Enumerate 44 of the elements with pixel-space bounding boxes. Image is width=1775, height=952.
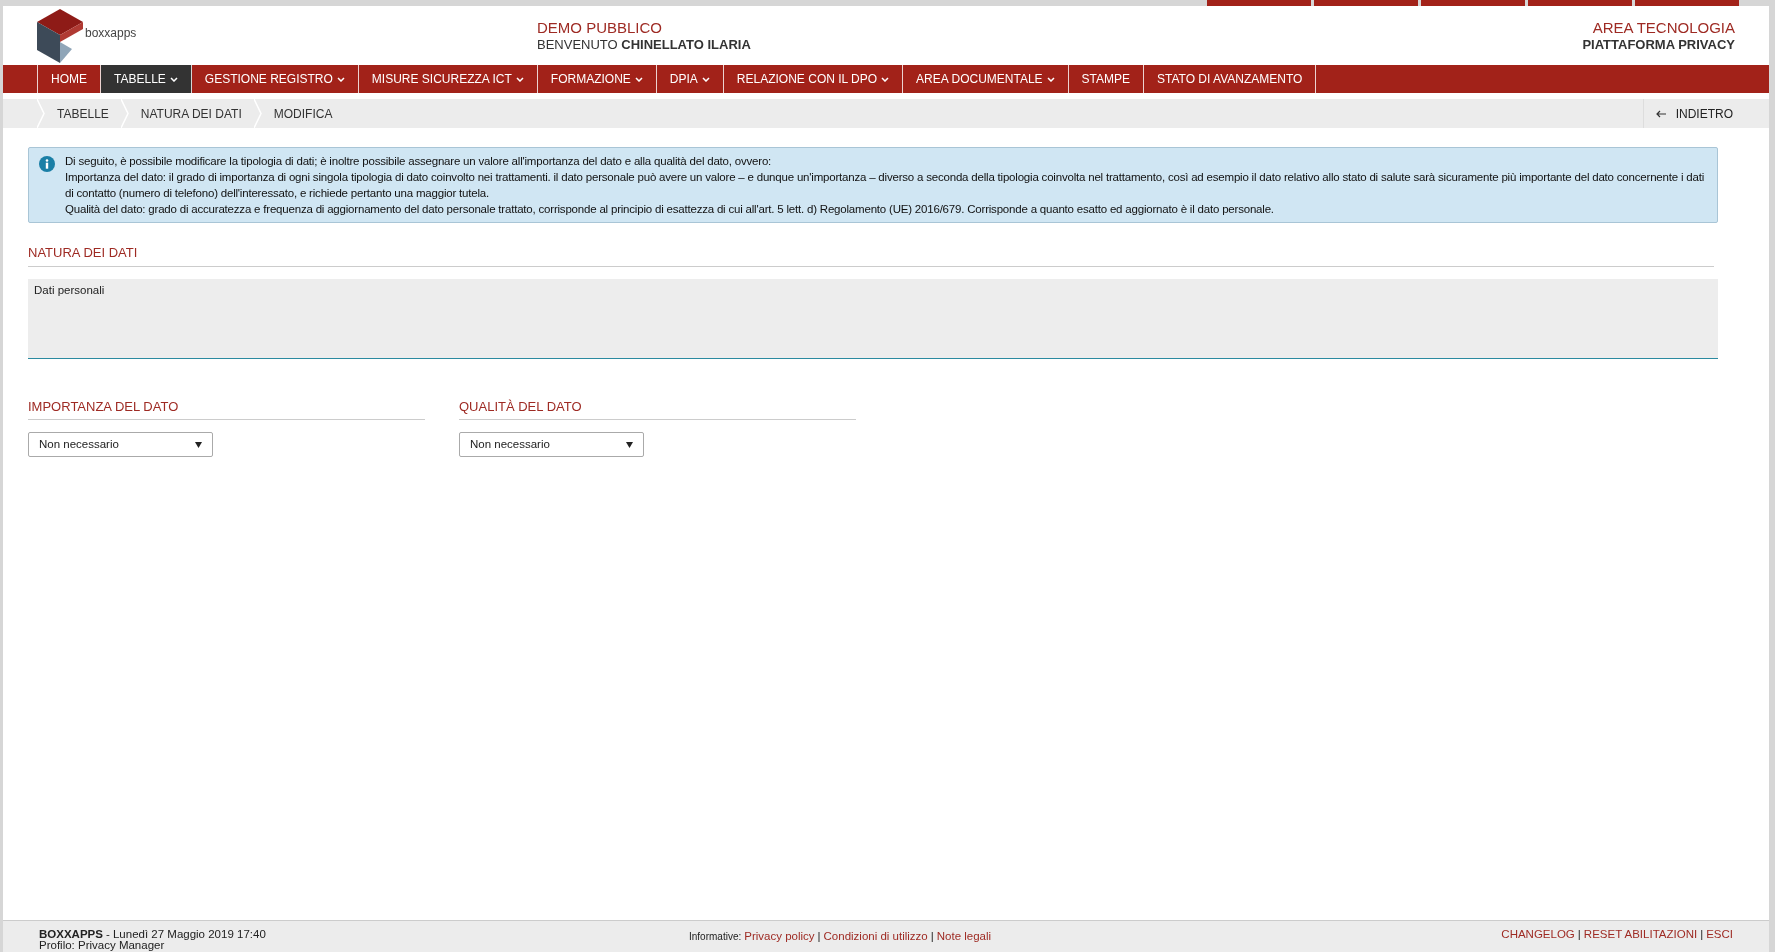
section-heading: NATURA DEI DATI (28, 243, 1714, 267)
footer-link[interactable]: ESCI (1706, 929, 1733, 940)
profile-label: Profilo: Privacy Manager (39, 940, 166, 951)
nature-text-area[interactable]: Dati personali (28, 278, 1718, 359)
top-tab[interactable] (1528, 0, 1632, 6)
info-paragraph: Qualità del dato: grado di accuratezza e frequenza di aggiornamento del dato personale trattato, corrisponde al principio di esattezza di cui all'art. 5 lett. d) Regolamento (UE) 2016/679. Corrisponde a quanto esatto ed aggiornato è il dato personale. (65, 202, 1275, 217)
info-paragraph: Importanza del dato: il grado di importanza di ogni singola tipologia di dato coinvolto nei trattamenti. il dato personale può avere un valore – e dunque un'importanza – diverso a seconda della tipologia coinvolta nel trattamento, così ad esempio il dato relativo allo stato di salute sarà sicuramente più importante del dato concernente i dati di contatto (numero di telefono) dell'interessato, e richiede pertanto una maggior tutela. (65, 170, 1705, 201)
demo-label: DEMO PUBBLICO (537, 18, 664, 36)
separator: | (930, 931, 934, 942)
logo-cube-icon (37, 8, 83, 63)
select-field[interactable]: Non necessario (28, 432, 213, 457)
footer-link[interactable]: CHANGELOG (1501, 929, 1575, 940)
breadcrumb-link[interactable]: TABELLE (45, 104, 121, 123)
breadcrumb-link[interactable]: NATURA DEI DATI (128, 104, 254, 123)
section-heading: QUALITÀ DEL DATO (459, 396, 856, 420)
nav-tab[interactable]: TABELLE (101, 65, 192, 93)
top-tab[interactable] (1207, 0, 1311, 6)
footer-link[interactable]: Privacy policy (744, 931, 815, 942)
dropdown-arrow-icon (195, 441, 202, 448)
info-paragraph: Di seguito, è possibile modificare la tipologia di dati; è inoltre possibile assegnare un valore all'importanza del dato e alla qualità del dato, ovvero: (65, 154, 773, 169)
footer-link[interactable]: Condizioni di utilizzo (823, 931, 928, 942)
logo-text: boxxapps (85, 24, 137, 42)
breadcrumb-link[interactable]: MODIFICA (261, 104, 345, 123)
section-heading: IMPORTANZA DEL DATO (28, 396, 425, 420)
date-time: - Lunedì 27 Maggio 2019 17:40 (105, 929, 266, 940)
select-field[interactable]: Non necessario (459, 432, 644, 457)
footer-link[interactable]: Note legali (936, 931, 992, 942)
informative-label: Informative: (689, 931, 742, 942)
dropdown-arrow-icon (626, 441, 633, 448)
nav-tab[interactable]: HOME (37, 65, 101, 93)
separator: | (817, 931, 821, 942)
back-arrow-icon (1655, 109, 1666, 118)
top-tab[interactable] (1635, 0, 1739, 6)
info-icon (39, 156, 55, 172)
brand-label: BOXXAPPS (39, 929, 103, 940)
separator: | (1577, 929, 1581, 940)
welcome-text: BENVENUTO CHINELLATO ILARIA (537, 35, 751, 53)
top-tab[interactable] (1314, 0, 1418, 6)
top-tab[interactable] (1421, 0, 1525, 6)
platform-title: PIATTAFORMA PRIVACY (1582, 35, 1735, 53)
footer-link[interactable]: RESET ABILITAZIONI (1583, 929, 1698, 940)
area-title: AREA TECNOLOGIA (1592, 18, 1735, 36)
back-button[interactable]: INDIETRO (1642, 99, 1745, 128)
separator: | (1700, 929, 1704, 940)
